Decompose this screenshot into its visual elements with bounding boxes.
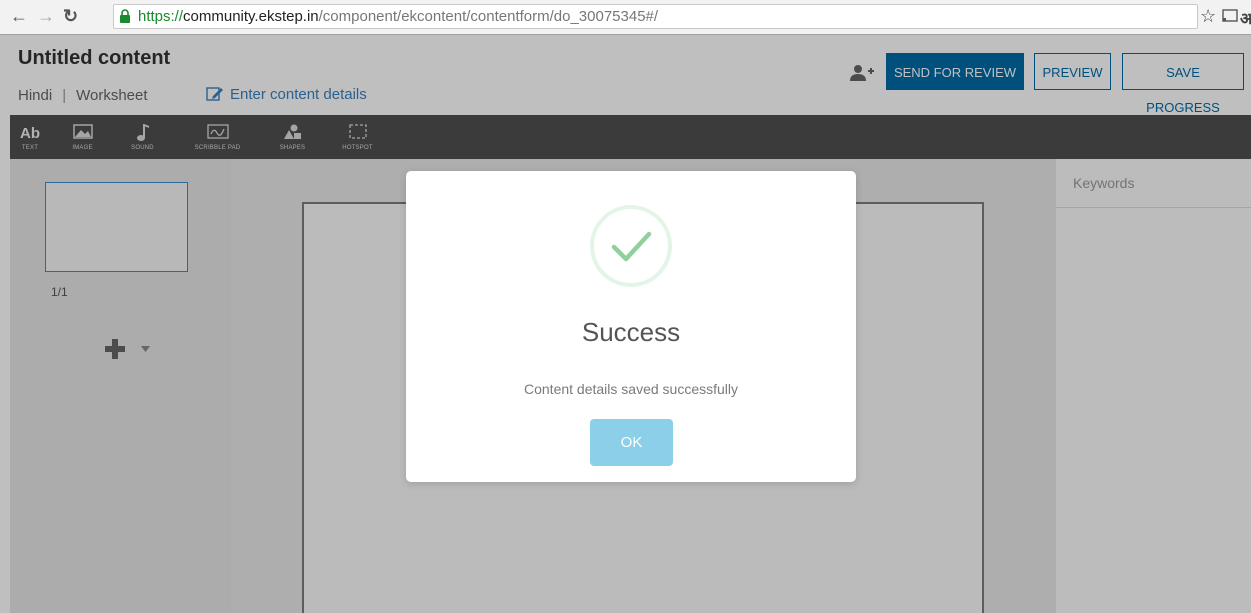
lock-icon — [120, 9, 130, 23]
cast-icon[interactable] — [1222, 9, 1238, 23]
arrow-right-icon[interactable]: → — [37, 6, 55, 26]
check-icon — [590, 205, 672, 287]
success-dialog: Success Content details saved successful… — [406, 171, 856, 482]
arrow-left-icon[interactable]: ← — [10, 6, 28, 26]
url-path: /component/ekcontent/contentform/do_3007… — [318, 8, 659, 25]
dialog-message: Content details saved successfully — [524, 381, 738, 397]
ok-button[interactable]: OK — [590, 419, 673, 466]
address-bar[interactable]: https://community.ekstep.in/component/ek… — [113, 4, 1198, 29]
star-icon[interactable]: ☆ — [1200, 6, 1216, 27]
dialog-title: Success — [581, 317, 681, 347]
reload-icon[interactable]: ↻ — [63, 6, 78, 26]
url-scheme: https:// — [138, 8, 184, 25]
url-host: community.ekstep.in — [183, 8, 319, 25]
translate-icon[interactable]: अ — [1240, 7, 1251, 29]
